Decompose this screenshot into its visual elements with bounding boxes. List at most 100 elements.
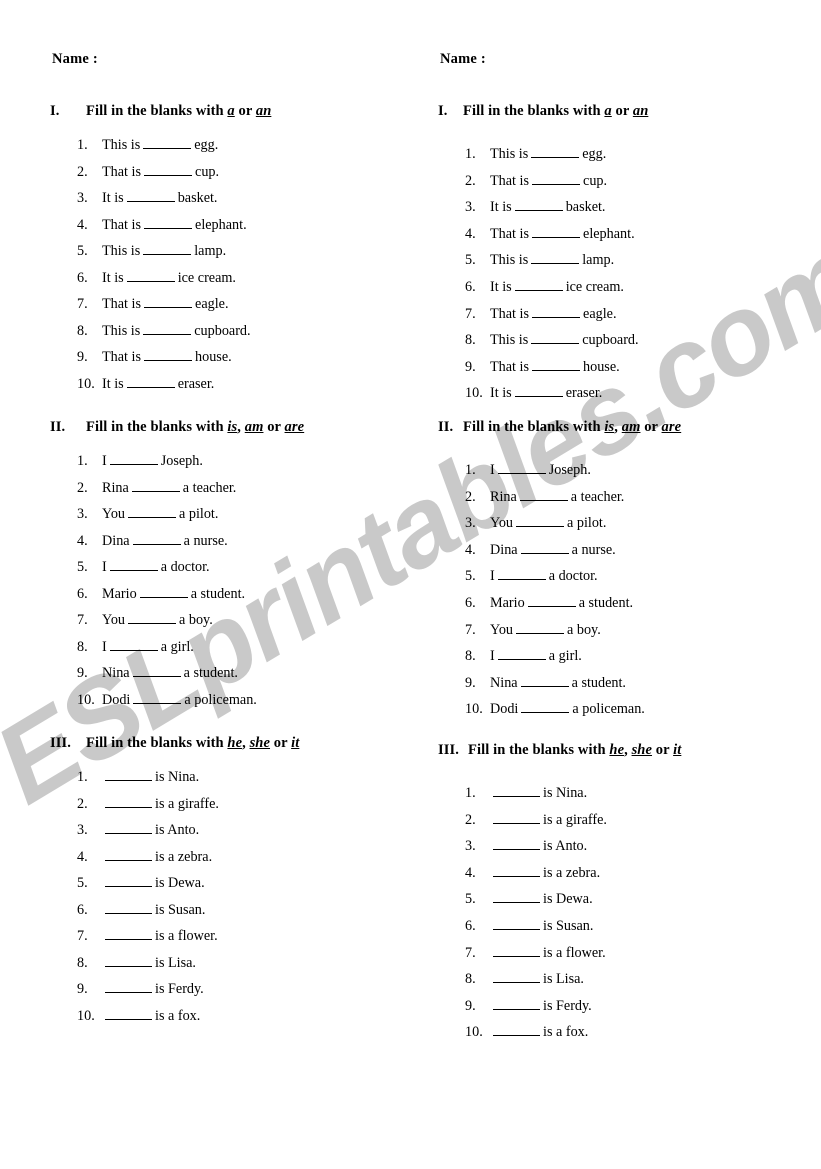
answer-blank[interactable] [493,969,540,984]
answer-blank[interactable] [144,161,193,176]
exercise-item: 5. This is lamp. [77,238,420,265]
item-sentence: That is elephant. [490,221,635,248]
answer-blank[interactable] [493,809,540,824]
item-sentence: is Lisa. [490,966,584,993]
answer-blank[interactable] [143,320,192,335]
exercise-item: 8. Ia girl. [77,634,420,661]
answer-blank[interactable] [105,952,152,967]
exercise-item: 2. That is cup. [77,159,420,186]
answer-blank[interactable] [531,330,580,345]
answer-blank[interactable] [105,873,152,887]
answer-blank[interactable] [493,836,540,851]
answer-blank[interactable] [144,347,193,361]
answer-blank[interactable] [144,214,193,229]
answer-blank[interactable] [105,1005,152,1020]
answer-blank[interactable] [128,610,177,624]
sentence-before-blank: Dina [490,541,518,558]
answer-blank[interactable] [497,460,546,474]
answer-blank[interactable] [109,636,158,651]
answer-blank[interactable] [531,250,580,265]
section-2: II. Fill in the blanks with is, am or are… [50,419,420,713]
answer-blank[interactable] [514,383,563,398]
answer-blank[interactable] [143,241,192,255]
item-sentence: is Dewa. [102,870,205,897]
answer-blank[interactable] [493,915,540,930]
answer-blank[interactable] [493,889,540,904]
answer-blank[interactable] [126,373,175,388]
item-sentence: Nina a student. [102,660,238,687]
answer-blank[interactable] [520,672,569,687]
item-sentence: That is cup. [102,159,219,186]
exercise-list: 1. I Joseph. 2. Rina a teacher. 3. You a pilot. 4… [77,448,420,713]
answer-blank[interactable] [144,294,193,308]
sentence-after-blank: eagle. [583,305,617,322]
answer-blank[interactable] [128,504,177,518]
sentence-after-blank: house. [195,349,232,365]
answer-blank[interactable] [126,188,175,202]
answer-blank[interactable] [132,530,181,545]
item-number: 7. [77,296,88,312]
item-number: 4. [465,864,476,881]
answer-blank[interactable] [516,513,565,528]
answer-blank[interactable] [527,592,576,607]
item-number: 10. [465,385,483,402]
exercise-item: 3. You a pilot. [77,501,420,528]
answer-blank[interactable] [132,663,181,677]
answer-blank[interactable] [532,223,581,238]
answer-blank[interactable] [105,767,152,781]
answer-blank[interactable] [126,267,175,282]
instruction-joiner-2: or [640,419,662,435]
exercise-item: 5. Ia doctor. [465,563,808,590]
answer-blank[interactable] [139,583,188,598]
sentence-after-blank: a boy. [179,612,213,628]
answer-blank[interactable] [105,979,152,993]
answer-blank[interactable] [105,846,152,861]
answer-blank[interactable] [497,646,546,661]
sentence-after-blank: a teacher. [182,479,237,496]
answer-blank[interactable] [105,926,152,940]
choice-word-b: am [244,419,264,435]
item-number: 5. [77,875,88,891]
answer-blank[interactable] [531,144,580,158]
choice-word-b: an [255,103,272,119]
exercise-item: 9. That is house. [77,344,420,371]
sentence-after-blank: a student. [578,594,634,611]
answer-blank[interactable] [493,1022,540,1037]
item-number: 1. [77,453,88,469]
answer-blank[interactable] [105,793,152,808]
answer-blank[interactable] [493,995,540,1010]
exercise-item: 10. is a fox. [465,1019,808,1046]
answer-blank[interactable] [532,303,581,318]
answer-blank[interactable] [131,477,180,492]
exercise-item: 6. is Susan. [465,913,808,940]
answer-blank[interactable] [143,135,192,149]
answer-blank[interactable] [532,356,581,371]
exercise-item: 4. is a zebra. [77,844,420,871]
answer-blank[interactable] [109,557,158,571]
sentence-before-blank: That is [102,216,142,233]
sentence-before-blank: That is [102,163,142,180]
answer-blank[interactable] [105,820,152,834]
item-number: 10. [77,375,95,392]
answer-blank[interactable] [520,539,569,554]
answer-blank[interactable] [493,862,540,877]
answer-blank[interactable] [532,170,581,185]
answer-blank[interactable] [521,699,570,714]
section-instruction: Fill in the blanks with a or an [86,103,271,120]
answer-blank[interactable] [493,942,540,957]
instruction-joiner: or [611,103,633,119]
answer-blank[interactable] [493,783,540,797]
answer-blank[interactable] [105,899,152,914]
sentence-before-blank: It is [102,190,124,206]
answer-blank[interactable] [497,566,546,581]
item-number: 4. [77,216,88,233]
answer-blank[interactable] [109,451,158,465]
answer-blank[interactable] [514,276,563,291]
answer-blank[interactable] [133,689,182,704]
item-number: 1. [465,462,476,478]
answer-blank[interactable] [519,486,568,501]
answer-blank[interactable] [516,619,565,634]
item-number: 5. [465,568,476,585]
answer-blank[interactable] [514,197,563,212]
choice-word-a: a [604,103,612,119]
